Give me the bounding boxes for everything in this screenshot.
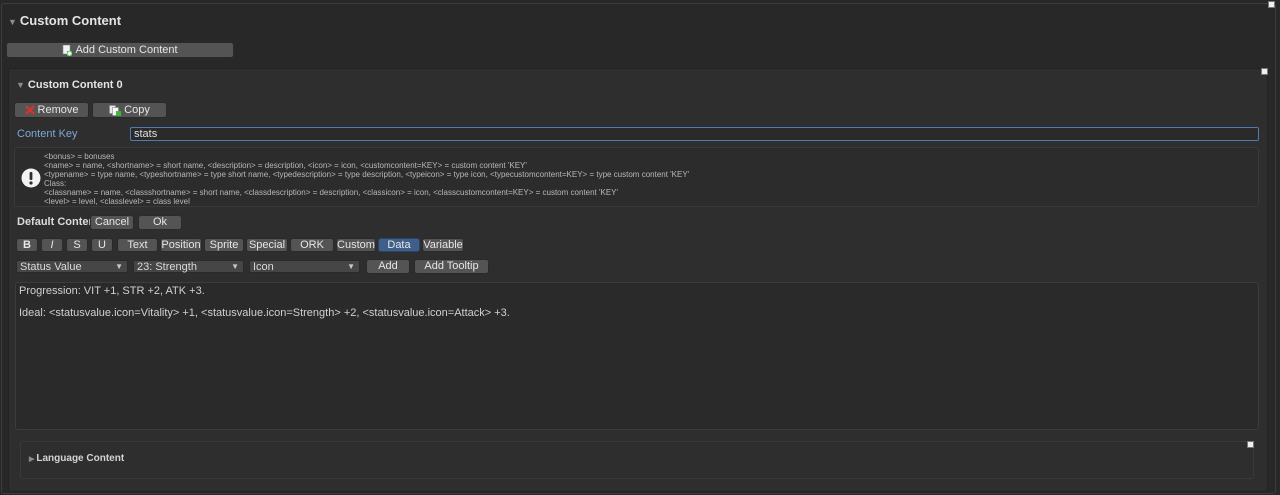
collapse-triangle-icon: ▼ xyxy=(16,80,25,90)
tab-text[interactable]: Text xyxy=(117,238,158,252)
tab-data[interactable]: Data xyxy=(378,238,420,252)
item-title: Custom Content 0 xyxy=(27,79,123,91)
bold-button[interactable]: B xyxy=(16,238,38,252)
help-line: <classname> = name, <classshortname> = s… xyxy=(44,188,619,197)
italic-button[interactable]: I xyxy=(41,238,63,252)
language-content-label: Language Content xyxy=(36,453,125,464)
tab-sprite[interactable]: Sprite xyxy=(204,238,244,252)
type-dropdown[interactable]: Status Value ▼ xyxy=(16,260,128,273)
ok-button[interactable]: Ok xyxy=(138,215,182,230)
tab-ork[interactable]: ORK xyxy=(290,238,334,252)
copy-button[interactable]: Copy xyxy=(92,102,167,118)
editor-line: Progression: VIT +1, STR +2, ATK +3. xyxy=(19,285,205,297)
value-dropdown-value: 23: Strength xyxy=(137,260,197,273)
underline-button[interactable]: U xyxy=(91,238,113,252)
strikethrough-button[interactable]: S xyxy=(66,238,88,252)
language-content-header[interactable]: ▶ Language Content xyxy=(29,453,124,464)
cancel-button[interactable]: Cancel xyxy=(90,215,134,230)
tab-variable[interactable]: Variable xyxy=(422,238,464,252)
chevron-down-icon: ▼ xyxy=(347,261,355,271)
mode-dropdown[interactable]: Icon ▼ xyxy=(249,260,360,273)
expand-triangle-icon: ▶ xyxy=(29,456,35,463)
item-header[interactable]: ▼ Custom Content 0 xyxy=(16,79,123,91)
content-text-editor[interactable]: Progression: VIT +1, STR +2, ATK +3. Ide… xyxy=(15,282,1259,430)
language-content-panel xyxy=(20,441,1254,479)
tab-custom[interactable]: Custom xyxy=(336,238,376,252)
custom-content-header[interactable]: ▼ Custom Content xyxy=(8,13,121,28)
help-box: <bonus> = bonuses <name> = name, <shortn… xyxy=(14,147,1259,207)
help-line: <bonus> = bonuses xyxy=(44,152,115,161)
tab-position[interactable]: Position xyxy=(160,238,202,252)
copy-icon xyxy=(109,104,122,116)
chevron-down-icon: ▼ xyxy=(115,261,123,271)
add-custom-content-label: Add Custom Content xyxy=(75,43,178,56)
default-content-label: Default Content xyxy=(17,216,99,228)
info-icon xyxy=(21,168,41,188)
help-line: Class: xyxy=(44,179,67,188)
tab-special[interactable]: Special xyxy=(246,238,288,252)
content-key-input[interactable]: stats xyxy=(130,127,1259,141)
add-custom-content-button[interactable]: Add Custom Content xyxy=(6,42,234,58)
resize-handle-icon[interactable] xyxy=(1268,1,1275,8)
mode-dropdown-value: Icon xyxy=(253,260,274,273)
editor-line: Ideal: <statusvalue.icon=Vitality> +1, <… xyxy=(19,307,510,319)
add-content-icon xyxy=(63,44,73,56)
remove-button[interactable]: Remove xyxy=(14,102,89,118)
content-key-label: Content Key xyxy=(17,128,78,140)
copy-label: Copy xyxy=(124,103,150,116)
language-corner-handle-icon[interactable] xyxy=(1247,441,1254,448)
help-line: <level> = level, <classlevel> = class le… xyxy=(44,197,190,206)
chevron-down-icon: ▼ xyxy=(231,261,239,271)
remove-label: Remove xyxy=(37,103,79,116)
help-line: <name> = name, <shortname> = short name,… xyxy=(44,161,527,170)
collapse-triangle-icon: ▼ xyxy=(8,17,17,27)
add-tooltip-button[interactable]: Add Tooltip xyxy=(414,259,489,274)
add-button[interactable]: Add xyxy=(366,259,410,274)
item-corner-handle-icon[interactable] xyxy=(1261,68,1268,75)
type-dropdown-value: Status Value xyxy=(20,260,82,273)
remove-x-icon xyxy=(24,105,35,115)
help-line: <typename> = type name, <typeshortname> … xyxy=(44,170,690,179)
value-dropdown[interactable]: 23: Strength ▼ xyxy=(133,260,244,273)
section-title: Custom Content xyxy=(19,13,122,28)
